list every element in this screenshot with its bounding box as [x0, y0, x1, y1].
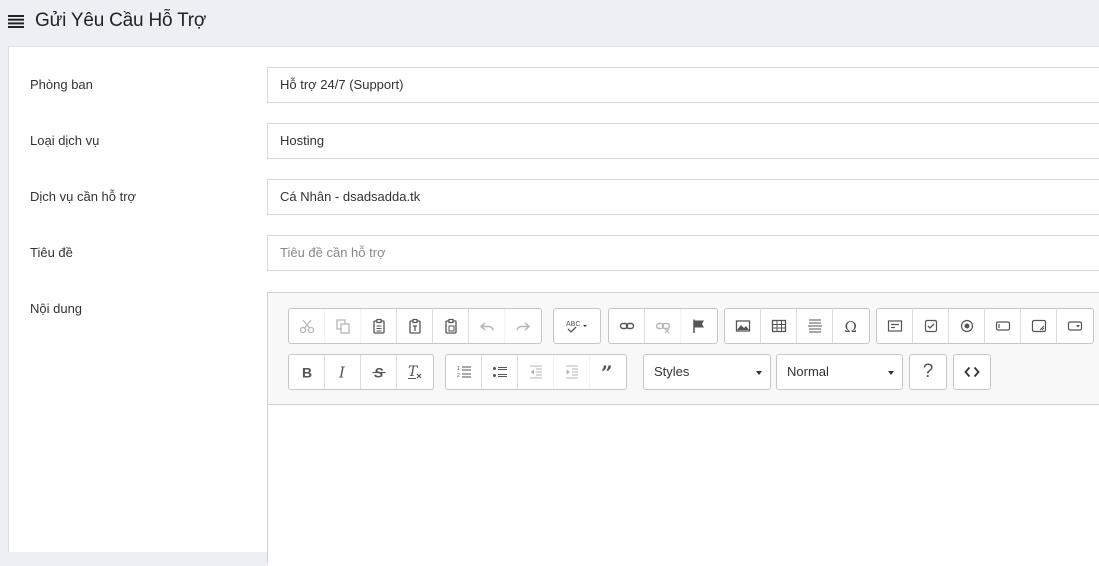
textarea-icon[interactable] [1021, 309, 1057, 343]
svg-text:1: 1 [457, 366, 460, 372]
subject-label: Tiêu đề [30, 245, 73, 260]
special-char-icon[interactable]: Ω [833, 309, 869, 343]
help-button[interactable]: ? [910, 355, 946, 389]
list-icon[interactable] [8, 15, 24, 28]
paragraph-group: 12 ” [445, 354, 627, 390]
help-group: ? [909, 354, 947, 390]
styles-dropdown[interactable]: Styles [643, 354, 771, 390]
page-title: Gửi Yêu Cầu Hỗ Trợ [35, 10, 207, 31]
paste-text-icon[interactable] [397, 309, 433, 343]
support-form-panel: Phòng ban Hỗ trợ 24/7 (Support) Loại dịc… [8, 46, 1099, 566]
service-select[interactable]: Cá Nhân - dsadsadda.tk [267, 179, 1099, 215]
text-field-icon[interactable] [985, 309, 1021, 343]
blockquote-icon[interactable]: ” [590, 355, 626, 389]
strikethrough-icon[interactable]: S [361, 355, 397, 389]
spellcheck-group: ABC [553, 308, 601, 344]
basic-styles-group: B I S T [288, 354, 434, 390]
horizontal-line-icon[interactable] [797, 309, 833, 343]
source-group [953, 354, 991, 390]
chevron-down-icon [756, 371, 762, 375]
redo-icon[interactable] [505, 309, 541, 343]
image-icon[interactable] [725, 309, 761, 343]
editor-content-area[interactable] [268, 406, 1099, 566]
numbered-list-icon[interactable]: 12 [446, 355, 482, 389]
svg-text:2: 2 [457, 373, 460, 379]
undo-icon[interactable] [469, 309, 505, 343]
svg-text:ABC: ABC [566, 321, 580, 328]
service-label: Dịch vụ cần hỗ trợ [30, 189, 137, 204]
radio-icon[interactable] [949, 309, 985, 343]
checkbox-icon[interactable] [913, 309, 949, 343]
indent-icon[interactable] [554, 355, 590, 389]
form-icon[interactable] [877, 309, 913, 343]
svg-text:I: I [338, 364, 346, 380]
form-elements-group [876, 308, 1094, 344]
unlink-icon[interactable] [645, 309, 681, 343]
insert-group: Ω [724, 308, 870, 344]
chevron-down-icon [888, 371, 894, 375]
remove-format-icon[interactable]: T [397, 355, 433, 389]
anchor-flag-icon[interactable] [681, 309, 717, 343]
subject-input[interactable]: Tiêu đề cần hỗ trợ [267, 235, 1099, 271]
clipboard-group [288, 308, 542, 344]
italic-icon[interactable]: I [325, 355, 361, 389]
table-icon[interactable] [761, 309, 797, 343]
paste-word-icon[interactable] [433, 309, 469, 343]
copy-icon[interactable] [325, 309, 361, 343]
select-field-icon[interactable] [1057, 309, 1093, 343]
styles-dropdown-label: Styles [654, 364, 690, 379]
source-code-icon[interactable] [954, 355, 990, 389]
page-header: Gửi Yêu Cầu Hỗ Trợ [0, 0, 1099, 46]
department-label: Phòng ban [30, 77, 93, 92]
rich-text-editor: ABC Ω B I S T 1 2 ” Styles Normal ? [267, 292, 1099, 566]
bulleted-list-icon[interactable] [482, 355, 518, 389]
svg-text:B: B [302, 365, 312, 381]
format-dropdown[interactable]: Normal [776, 354, 903, 390]
service-type-label: Loại dịch vụ [30, 133, 100, 148]
spellcheck-icon[interactable]: ABC [554, 309, 600, 343]
bold-icon[interactable]: B [289, 355, 325, 389]
department-select[interactable]: Hỗ trợ 24/7 (Support) [267, 67, 1099, 103]
svg-text:”: ” [601, 364, 613, 380]
paste-icon[interactable] [361, 309, 397, 343]
cut-icon[interactable] [289, 309, 325, 343]
content-label: Nội dung [30, 301, 83, 316]
link-group [608, 308, 718, 344]
editor-toolbar: ABC Ω B I S T 1 2 ” Styles Normal ? [268, 293, 1099, 405]
outdent-icon[interactable] [518, 355, 554, 389]
format-dropdown-label: Normal [787, 364, 829, 379]
service-type-select[interactable]: Hosting [267, 123, 1099, 159]
svg-text:Ω: Ω [845, 318, 857, 334]
link-icon[interactable] [609, 309, 645, 343]
